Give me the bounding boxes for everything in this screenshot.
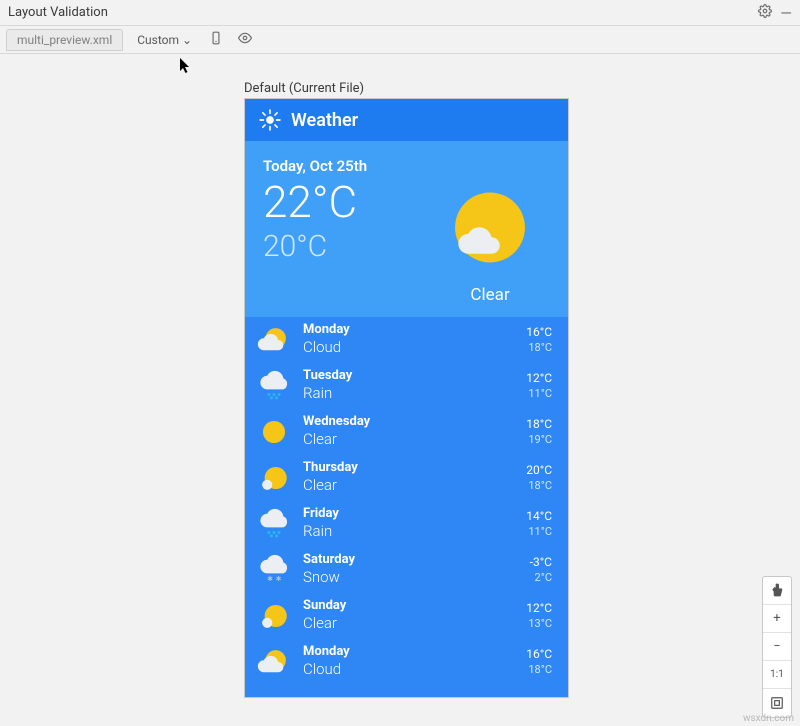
forecast-row[interactable]: WednesdayClear 18°C19°C — [245, 409, 568, 455]
weather-icon: ✱✱ — [257, 553, 291, 587]
weather-icon — [257, 369, 291, 403]
weather-icon — [257, 599, 291, 633]
eye-icon[interactable] — [234, 29, 256, 51]
forecast-row[interactable]: ThursdayClear 20°C18°C — [245, 455, 568, 501]
forecast-high: 16°C — [526, 325, 552, 341]
forecast-day: Friday — [303, 507, 514, 522]
hero: Today, Oct 25th 22°C 20°C Clear — [245, 141, 568, 317]
forecast-high: 14°C — [526, 509, 552, 525]
forecast-day: Tuesday — [303, 369, 514, 384]
forecast-low: 18°C — [526, 663, 552, 677]
forecast-condition: Clear — [303, 615, 514, 632]
forecast-high: 16°C — [526, 647, 552, 663]
view-controls: + − 1:1 — [762, 576, 792, 718]
forecast-day: Monday — [303, 645, 514, 660]
forecast-day: Monday — [303, 323, 514, 338]
toolbar: multi_preview.xml Custom ⌄ — [0, 26, 800, 54]
forecast-high: -3°C — [530, 555, 552, 571]
zoom-in-button[interactable]: + — [763, 605, 791, 633]
forecast-condition: Clear — [303, 431, 514, 448]
forecast-low: 11°C — [526, 387, 552, 401]
phone-preview: Weather Today, Oct 25th 22°C 20°C Clear … — [244, 98, 569, 698]
app-bar: Weather — [245, 99, 568, 141]
file-tab[interactable]: multi_preview.xml — [6, 29, 123, 51]
zoom-out-button[interactable]: − — [763, 633, 791, 661]
forecast-list: MondayCloud16°C18°CTuesdayRain12°C11°CWe… — [245, 317, 568, 697]
chevron-down-icon: ⌄ — [182, 33, 192, 47]
forecast-day: Thursday — [303, 461, 514, 476]
forecast-low: 13°C — [526, 617, 552, 631]
weather-icon — [257, 645, 291, 679]
device-icon[interactable] — [206, 29, 226, 51]
forecast-day: Saturday — [303, 553, 518, 568]
panel-title: Layout Validation — [8, 5, 750, 20]
forecast-row[interactable]: FridayRain 14°C11°C — [245, 501, 568, 547]
forecast-condition: Rain — [303, 523, 514, 540]
preview-label: Default (Current File) — [244, 81, 364, 96]
forecast-row[interactable]: MondayCloud 16°C18°C — [245, 317, 568, 363]
forecast-low: 2°C — [530, 571, 552, 585]
forecast-high: 20°C — [526, 463, 552, 479]
forecast-condition: Cloud — [303, 661, 514, 678]
forecast-day: Sunday — [303, 599, 514, 614]
zoom-actual-button[interactable]: 1:1 — [763, 661, 791, 689]
hero-condition: Clear — [470, 285, 509, 305]
forecast-row[interactable]: SundayClear 12°C13°C — [245, 593, 568, 639]
hero-weather-icon — [444, 187, 536, 279]
title-bar: Layout Validation — — [0, 0, 800, 26]
hero-date: Today, Oct 25th — [263, 157, 430, 175]
weather-icon — [257, 415, 291, 449]
hero-low: 20°C — [263, 229, 430, 264]
weather-icon — [257, 507, 291, 541]
sun-icon — [259, 109, 281, 131]
mode-label: Custom — [137, 33, 179, 47]
preview-canvas[interactable]: Default (Current File) Weather Today, Oc… — [0, 54, 800, 726]
svg-text:✱: ✱ — [267, 575, 273, 583]
forecast-low: 18°C — [526, 479, 552, 493]
forecast-condition: Cloud — [303, 339, 514, 356]
weather-icon — [257, 461, 291, 495]
mode-dropdown[interactable]: Custom ⌄ — [131, 30, 198, 50]
pan-button[interactable] — [763, 577, 791, 605]
forecast-low: 19°C — [526, 433, 552, 447]
forecast-low: 11°C — [526, 525, 552, 539]
forecast-row[interactable]: ✱✱ SaturdaySnow -3°C2°C — [245, 547, 568, 593]
forecast-condition: Rain — [303, 385, 514, 402]
svg-text:✱: ✱ — [276, 575, 282, 583]
forecast-condition: Snow — [303, 569, 518, 586]
app-title: Weather — [291, 110, 358, 131]
gear-icon[interactable] — [758, 4, 772, 22]
forecast-condition: Clear — [303, 477, 514, 494]
hero-high: 22°C — [263, 179, 430, 225]
forecast-low: 18°C — [526, 341, 552, 355]
forecast-high: 12°C — [526, 601, 552, 617]
minimize-icon[interactable]: — — [780, 4, 792, 22]
zoom-fit-button[interactable] — [763, 689, 791, 717]
forecast-high: 18°C — [526, 417, 552, 433]
forecast-high: 12°C — [526, 371, 552, 387]
forecast-row[interactable]: MondayCloud 16°C18°C — [245, 639, 568, 685]
forecast-row[interactable]: TuesdayRain 12°C11°C — [245, 363, 568, 409]
forecast-day: Wednesday — [303, 415, 514, 430]
weather-icon — [257, 323, 291, 357]
